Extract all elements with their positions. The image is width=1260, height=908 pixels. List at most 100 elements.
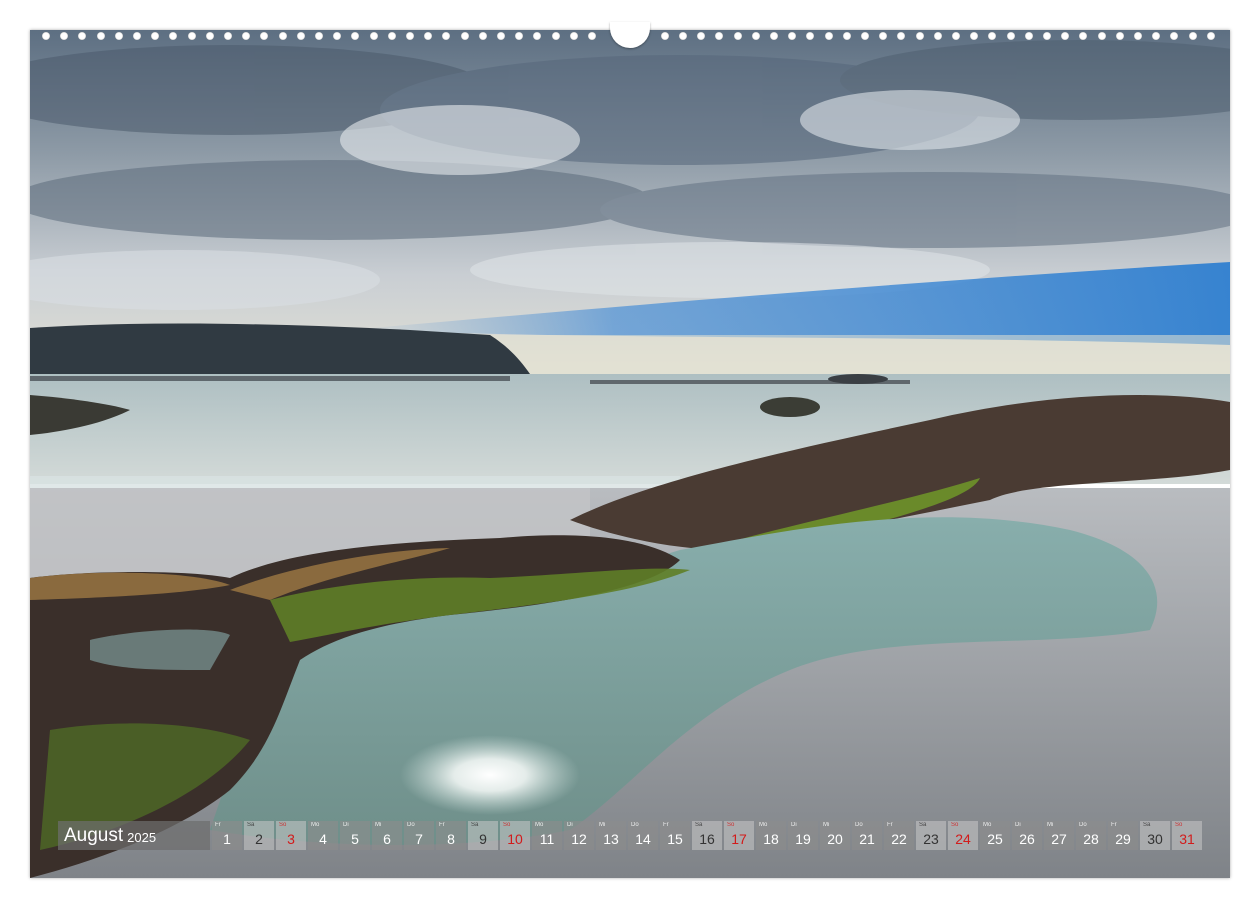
day-cell: Do 14 bbox=[628, 821, 658, 850]
binding-hole bbox=[879, 32, 888, 40]
day-cell: Fr 15 bbox=[660, 821, 690, 850]
binding-hole bbox=[387, 32, 396, 40]
day-cell: Sa 23 bbox=[916, 821, 946, 850]
day-of-week: Mo bbox=[311, 822, 320, 828]
day-number: 22 bbox=[891, 831, 907, 847]
binding-hole bbox=[1206, 32, 1215, 40]
day-number: 17 bbox=[731, 831, 747, 847]
day-number: 29 bbox=[1115, 831, 1131, 847]
day-cell: Fr 8 bbox=[436, 821, 466, 850]
binding-hole bbox=[187, 32, 196, 40]
day-cell: Mi 6 bbox=[372, 821, 402, 850]
day-cell: Mo 25 bbox=[980, 821, 1010, 850]
binding-hole bbox=[897, 32, 906, 40]
day-number: 20 bbox=[827, 831, 843, 847]
day-of-week: Do bbox=[407, 822, 415, 828]
day-cell: Sa 16 bbox=[692, 821, 722, 850]
binding-hole bbox=[424, 32, 433, 40]
day-number: 21 bbox=[859, 831, 875, 847]
day-number: 1 bbox=[223, 831, 231, 847]
day-cell: Sa 30 bbox=[1140, 821, 1170, 850]
binding-hole bbox=[1170, 32, 1179, 40]
day-number: 5 bbox=[351, 831, 359, 847]
binding-hole bbox=[970, 32, 979, 40]
day-of-week: Mi bbox=[599, 822, 606, 828]
day-cell: So 3 bbox=[276, 821, 306, 850]
day-number: 8 bbox=[447, 831, 455, 847]
day-of-week: Di bbox=[791, 822, 797, 828]
day-number: 10 bbox=[507, 831, 523, 847]
day-number: 6 bbox=[383, 831, 391, 847]
day-cell: Mo 4 bbox=[308, 821, 338, 850]
binding-hole bbox=[42, 32, 50, 40]
binding-hole bbox=[1006, 32, 1015, 40]
binding-hole bbox=[588, 32, 596, 40]
day-of-week: Mo bbox=[983, 822, 992, 828]
day-number: 28 bbox=[1083, 831, 1099, 847]
binding-hole bbox=[351, 32, 360, 40]
day-of-week: Fr bbox=[1111, 822, 1117, 828]
day-number: 23 bbox=[923, 831, 939, 847]
binding-hole bbox=[114, 32, 123, 40]
binding-hole bbox=[296, 32, 305, 40]
binding-hole bbox=[733, 32, 742, 40]
day-cell: Mo 11 bbox=[532, 821, 562, 850]
day-cell: Fr 1 bbox=[212, 821, 242, 850]
day-cell: Fr 29 bbox=[1108, 821, 1138, 850]
binding-hole bbox=[260, 32, 269, 40]
binding-hole bbox=[988, 32, 997, 40]
binding-hole bbox=[460, 32, 469, 40]
day-number: 16 bbox=[699, 831, 715, 847]
day-number: 4 bbox=[319, 831, 327, 847]
day-of-week: Sa bbox=[247, 822, 255, 828]
binding-hole bbox=[660, 32, 669, 40]
day-cell: Fr 22 bbox=[884, 821, 914, 850]
day-number: 12 bbox=[571, 831, 587, 847]
day-of-week: Sa bbox=[919, 822, 927, 828]
day-cell: Sa 9 bbox=[468, 821, 498, 850]
day-cell: Di 19 bbox=[788, 821, 818, 850]
binding-hole bbox=[770, 32, 778, 40]
day-cell: So 10 bbox=[500, 821, 530, 850]
binding-hole bbox=[133, 32, 141, 40]
day-of-week: Mi bbox=[823, 822, 830, 828]
day-number: 15 bbox=[667, 831, 683, 847]
coastal-photo bbox=[30, 30, 1230, 878]
day-cell: Do 21 bbox=[852, 821, 882, 850]
day-number: 11 bbox=[539, 831, 555, 847]
day-cell: Do 28 bbox=[1076, 821, 1106, 850]
day-cell: Di 5 bbox=[340, 821, 370, 850]
binding-hole bbox=[1079, 32, 1088, 40]
day-of-week: Mo bbox=[759, 822, 768, 828]
day-number: 7 bbox=[415, 831, 423, 847]
binding-hole bbox=[1024, 32, 1033, 40]
day-of-week: Sa bbox=[695, 822, 703, 828]
binding-hole bbox=[333, 32, 342, 40]
binding-hole bbox=[569, 32, 578, 40]
month-label: August 2025 bbox=[58, 821, 210, 850]
binding-hole bbox=[1061, 32, 1070, 40]
day-of-week: So bbox=[951, 822, 959, 828]
binding-hole bbox=[78, 32, 87, 40]
day-of-week: Di bbox=[343, 822, 349, 828]
day-number: 9 bbox=[479, 831, 487, 847]
day-cells: Fr 1 Sa 2 So 3 Mo 4 Di 5 Mi 6 Do 7 Fr 8 Sa 9 So 10 Mo 11 Di 12 M… bbox=[212, 821, 1202, 850]
day-of-week: Fr bbox=[439, 822, 445, 828]
binding-hole bbox=[60, 32, 69, 40]
day-of-week: Mi bbox=[1047, 822, 1054, 828]
binding-hole bbox=[169, 32, 178, 40]
day-cell: So 31 bbox=[1172, 821, 1202, 850]
calendar-strip: August 2025 Fr 1 Sa 2 So 3 Mo 4 Di 5 Mi 6 Do 7 Fr 8 Sa 9 S… bbox=[58, 821, 1202, 850]
binding-hole bbox=[406, 32, 414, 40]
day-cell: Mi 13 bbox=[596, 821, 626, 850]
binding-hole bbox=[533, 32, 542, 40]
binding-hole bbox=[369, 32, 378, 40]
binding-hole bbox=[497, 32, 505, 40]
day-of-week: Do bbox=[631, 822, 639, 828]
day-of-week: So bbox=[279, 822, 287, 828]
binding-hole bbox=[551, 32, 560, 40]
day-of-week: Fr bbox=[663, 822, 669, 828]
binding-hole bbox=[478, 32, 487, 40]
binding-hole bbox=[1152, 32, 1161, 40]
binding-hole bbox=[679, 32, 687, 40]
